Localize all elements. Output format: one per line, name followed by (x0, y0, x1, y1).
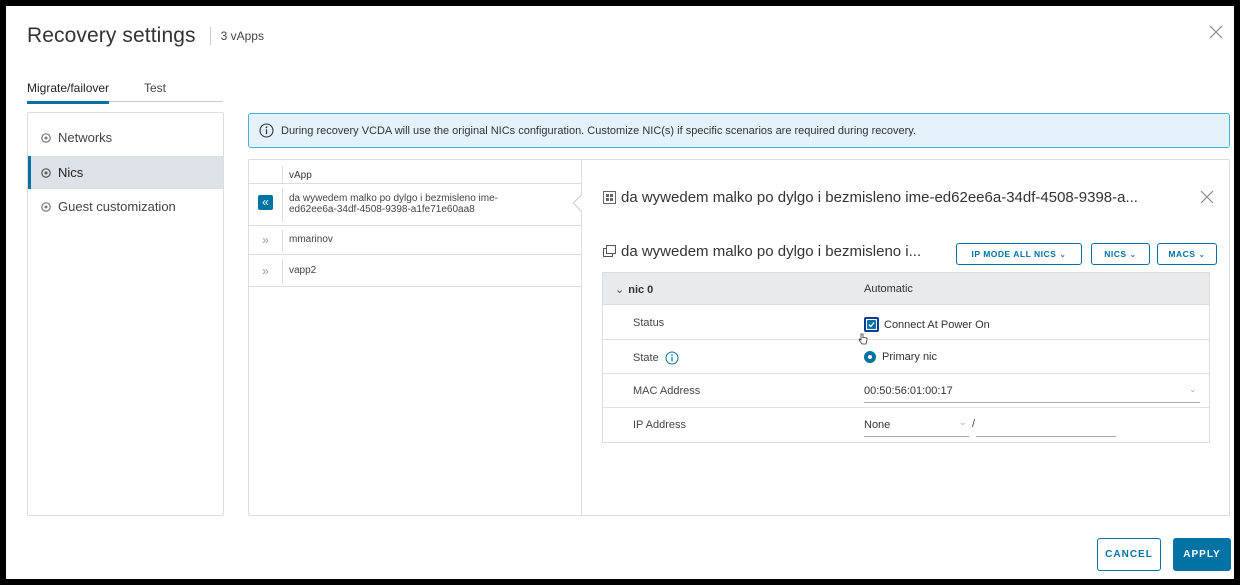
nics-dropdown[interactable]: NICS ⌄ (1091, 243, 1150, 265)
nic-row-ip: IP Address None ⌄ / (603, 408, 1209, 442)
connect-at-power-on-label: Connect At Power On (884, 318, 990, 331)
column-divider (282, 166, 283, 184)
ip-label: IP Address (633, 419, 686, 431)
status-label: Status (633, 317, 665, 329)
ip-mode-select[interactable]: None (864, 419, 890, 431)
mac-select-underline (864, 402, 1200, 403)
apply-button[interactable]: APPLY (1173, 538, 1231, 571)
row-divider (282, 230, 283, 251)
table-row[interactable]: » vapp2 (249, 256, 581, 287)
nic-row-status: Status Connect At Power On (603, 306, 1209, 345)
vm-header: da wywedem malko po dylgo i bezmisleno i… (603, 243, 921, 260)
nic-expand-toggle[interactable]: ⌄ nic 0 (615, 283, 653, 296)
status-value: Connect At Power On (864, 317, 990, 332)
sidebar-item-networks[interactable]: Networks (28, 121, 223, 154)
vapp-name: mmarinov (289, 234, 333, 245)
expand-detail-icon[interactable]: » (258, 233, 273, 248)
nic-header: ⌄ nic 0 Automatic (603, 273, 1209, 305)
nic-table: ⌄ nic 0 Automatic Status Connect At Power… (602, 272, 1210, 443)
tab-migrate-failover[interactable]: Migrate/failover (27, 81, 110, 104)
vapp-name-line2: ed62ee6a-34df-4508-9398-a1fe71e60aa8 (289, 204, 475, 215)
vapp-name-line1: da wywedem malko po dylgo i bezmisleno i… (289, 193, 498, 204)
sidebar-item-label: Nics (58, 165, 84, 180)
state-label: State (633, 352, 659, 364)
gear-icon (41, 201, 51, 212)
chevron-down-icon: ⌄ (959, 417, 967, 427)
ip-mode-underline (864, 436, 969, 437)
state-label-wrap: State (633, 351, 679, 365)
ip-separator: / (972, 418, 976, 430)
sidebar-item-label: Networks (58, 130, 113, 145)
settings-sidebar: Networks Nics Guest customization (27, 112, 224, 516)
grid-header: vApp (249, 160, 581, 184)
detail-title: da wywedem malko po dylgo i bezmisleno i… (603, 189, 1138, 206)
vm-icon (603, 245, 616, 257)
sidebar-item-guest-customization[interactable]: Guest customization (28, 190, 223, 223)
sidebar-item-label: Guest customization (58, 199, 176, 214)
vm-name: da wywedem malko po dylgo i bezmisleno i… (621, 243, 922, 260)
dialog-title: Recovery settings (27, 24, 196, 47)
chevron-down-icon: ⌄ (1129, 249, 1137, 259)
state-value: Primary nic (864, 351, 937, 363)
recovery-settings-dialog: Recovery settings 3 vApps Migrate/failov… (6, 6, 1234, 579)
row-divider (282, 259, 283, 283)
chevron-down-icon: ⌄ (1059, 249, 1067, 259)
chevron-down-icon: ⌄ (615, 284, 625, 296)
row-divider (282, 188, 283, 222)
table-row[interactable]: « da wywedem malko po dylgo i bezmisleno… (249, 185, 590, 226)
detail-pane: da wywedem malko po dylgo i bezmisleno i… (582, 160, 1229, 515)
primary-nic-label: Primary nic (882, 351, 938, 363)
close-icon[interactable] (1206, 22, 1226, 42)
nic-name: nic 0 (628, 284, 654, 296)
tab-test[interactable]: Test (144, 81, 166, 95)
info-banner: During recovery VCDA will use the origin… (248, 113, 1230, 148)
nics-panel: vApp « da wywedem malko po dylgo i bezmi… (248, 159, 1230, 516)
chevron-down-icon: ⌄ (1189, 384, 1197, 394)
cancel-button[interactable]: CANCEL (1097, 538, 1161, 571)
gear-icon (41, 132, 51, 143)
ip-mode-all-nics-dropdown[interactable]: IP MODE ALL NICS ⌄ (956, 243, 1082, 265)
chevron-down-icon: ⌄ (1198, 249, 1206, 259)
tab-bar: Migrate/failover Test (27, 76, 223, 104)
dialog-subtitle: 3 vApps (220, 29, 264, 43)
macs-label: MACS (1168, 249, 1196, 259)
nic-row-state: State Primary nic (603, 340, 1209, 374)
dialog-header: Recovery settings 3 vApps (27, 24, 264, 48)
nics-label: NICS (1104, 249, 1127, 259)
title-divider (209, 27, 211, 45)
table-row[interactable]: » mmarinov (249, 227, 581, 255)
expand-detail-icon[interactable]: » (258, 264, 273, 279)
vapp-icon (603, 191, 616, 204)
nic-mode: Automatic (864, 283, 913, 295)
mac-label: MAC Address (633, 385, 701, 397)
ip-address-input[interactable] (976, 436, 1116, 437)
primary-nic-radio[interactable] (864, 351, 876, 363)
connect-at-power-on-checkbox[interactable] (864, 317, 879, 332)
macs-dropdown[interactable]: MACS ⌄ (1157, 243, 1217, 265)
nic-row-mac: MAC Address 00:50:56:01:00:17 ⌄ (603, 374, 1209, 408)
mac-address-select[interactable]: 00:50:56:01:00:17 (864, 385, 953, 397)
vapp-name: vapp2 (289, 265, 317, 276)
detail-title-text: da wywedem malko po dylgo i bezmisleno i… (621, 189, 1138, 206)
info-icon[interactable] (665, 351, 679, 365)
gear-icon (41, 167, 51, 178)
sidebar-item-nics[interactable]: Nics (28, 156, 223, 189)
collapse-detail-icon[interactable]: « (258, 195, 273, 210)
info-icon (259, 123, 274, 138)
ip-mode-label: IP MODE ALL NICS (971, 249, 1057, 259)
vapp-grid: vApp « da wywedem malko po dylgo i bezmi… (249, 160, 590, 515)
banner-text: During recovery VCDA will use the origin… (281, 124, 916, 137)
close-detail-icon[interactable] (1200, 190, 1216, 206)
vapp-name: da wywedem malko po dylgo i bezmisleno i… (289, 193, 498, 215)
column-header-vapp: vApp (289, 170, 312, 181)
